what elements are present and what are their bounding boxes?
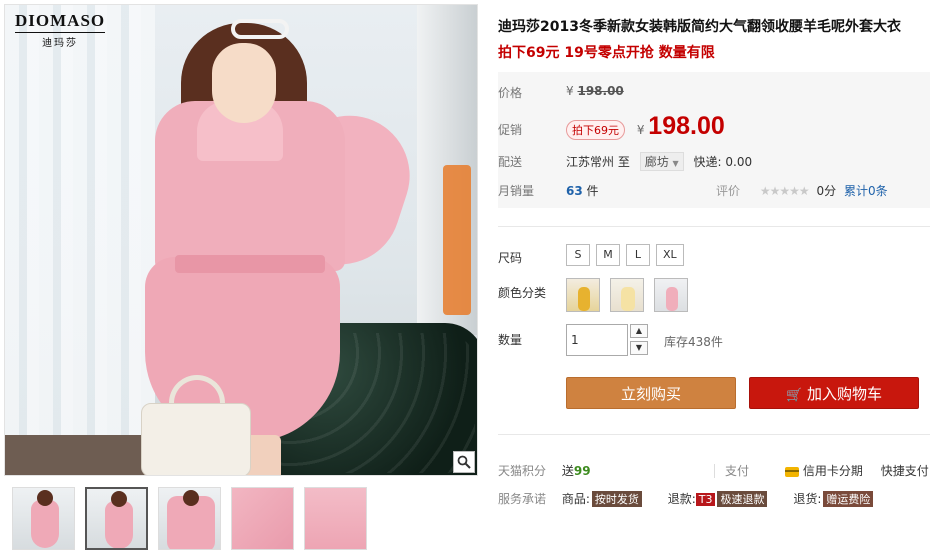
shipping-info: 江苏常州 至 廊坊 ▼ 快递: 0.00 <box>566 152 752 171</box>
brand-name: DIOMASO <box>15 11 106 30</box>
buy-now-label: 立刻购买 <box>620 385 681 403</box>
review-total-link[interactable]: 累计0条 <box>844 184 888 198</box>
thumbnail-3[interactable] <box>158 487 221 550</box>
rating-stars-icon: ★★★★★ <box>759 184 810 198</box>
original-price: ¥ 198.00 <box>566 84 624 98</box>
promo-tag: 拍下69元 <box>566 120 625 140</box>
refund-tag[interactable]: 极速退款 <box>717 491 768 507</box>
service-row: 服务承诺 商品: 按时发货 退款: T3 极速退款 退货: 赠运费险 <box>498 490 874 507</box>
service-label: 服务承诺 <box>498 492 547 506</box>
brand-subname: 迪玛莎 <box>15 32 106 49</box>
sales-unit: 件 <box>586 184 599 198</box>
promo-price: 拍下69元 ¥ 198.00 <box>566 112 725 141</box>
product-title: 迪玛莎2013冬季新款女装韩版简约大气翻领收腰羊毛呢外套大衣 <box>498 19 901 35</box>
points-row: 天猫积分 送99 <box>498 462 591 479</box>
goods-tag[interactable]: 按时发货 <box>591 491 642 507</box>
shipping-label: 配送 <box>498 155 523 169</box>
original-price-label: 价格 <box>498 86 523 100</box>
points-value: 99 <box>573 464 591 478</box>
points-prefix: 送 <box>561 464 574 478</box>
stock-info: 库存438件 <box>664 335 723 349</box>
background-curtain <box>5 5 155 475</box>
quantity-decrease-button[interactable]: ▼ <box>630 341 648 355</box>
product-info-panel: 迪玛莎2013冬季新款女装韩版简约大气翻领收腰羊毛呢外套大衣 拍下69元 19号… <box>498 0 930 557</box>
promo-price-value: 198.00 <box>648 112 725 140</box>
thumbnail-head <box>111 491 127 507</box>
review-total-count: 0条 <box>867 184 888 198</box>
quantity-increase-button[interactable]: ▲ <box>630 324 648 338</box>
thumbnail-strip <box>12 487 367 550</box>
sales-count: 63 <box>566 184 583 198</box>
payment-row: 支付 信用卡分期 快捷支付 <box>714 462 929 479</box>
thumbnail-4[interactable] <box>231 487 294 550</box>
sunglasses <box>231 19 289 39</box>
thumbnail-head <box>183 490 199 506</box>
brand-logo: DIOMASO 迪玛莎 <box>15 11 106 49</box>
add-to-cart-button[interactable]: 🛒 加入购物车 <box>749 377 919 409</box>
points-label: 天猫积分 <box>498 464 547 478</box>
express-fee: 快递: 0.00 <box>693 155 753 169</box>
promo-price-label: 促销 <box>498 123 523 137</box>
magnifier-icon <box>457 455 471 469</box>
model-face <box>212 43 276 123</box>
destination-value: 廊坊 <box>644 155 669 169</box>
background-object <box>443 165 471 315</box>
buy-now-button[interactable]: 立刻购买 <box>566 377 736 409</box>
shipping-from: 江苏常州 <box>566 155 615 169</box>
refund-badge: T3 <box>695 493 716 506</box>
quantity-label: 数量 <box>498 333 523 347</box>
divider <box>498 434 930 435</box>
shipping-to-word: 至 <box>617 155 630 169</box>
price-box: 价格 ¥ 198.00 促销 拍下69元 ¥ 198.00 配送 江苏常州 至 … <box>498 72 930 208</box>
express-pay: 快捷支付 <box>880 464 929 478</box>
color-options <box>566 278 698 315</box>
rating-label: 评价 <box>716 184 741 198</box>
thumbnail-figure <box>305 488 366 549</box>
thumbnail-figure <box>232 488 293 549</box>
original-price-value: 198.00 <box>577 84 624 98</box>
color-option-1[interactable] <box>566 278 600 312</box>
size-option-s[interactable]: S <box>566 244 590 266</box>
thumbnail-figure <box>31 500 59 548</box>
color-option-2[interactable] <box>610 278 644 312</box>
rating-score: 0分 <box>816 184 837 198</box>
credit-installment[interactable]: 信用卡分期 <box>784 464 863 478</box>
monthly-sales: 63 件 <box>566 182 599 199</box>
chevron-down-icon: ▼ <box>672 159 679 168</box>
handbag <box>141 403 251 475</box>
destination-select[interactable]: 廊坊 ▼ <box>639 152 684 171</box>
color-option-3[interactable] <box>654 278 688 312</box>
size-option-l[interactable]: L <box>626 244 650 266</box>
thumbnail-figure <box>105 501 133 548</box>
size-label: 尺码 <box>498 251 523 265</box>
main-product-image[interactable]: DIOMASO 迪玛莎 <box>4 4 478 476</box>
color-label: 颜色分类 <box>498 286 547 300</box>
credit-installment-label: 信用卡分期 <box>802 464 863 478</box>
thumbnail-2[interactable] <box>85 487 148 550</box>
review-total-prefix: 累计 <box>843 184 868 198</box>
cart-icon: 🛒 <box>786 388 803 403</box>
size-option-xl[interactable]: XL <box>656 244 684 266</box>
refund-label: 退款: <box>667 492 696 506</box>
zoom-button[interactable] <box>453 451 475 473</box>
divider <box>498 226 930 227</box>
thumbnail-5[interactable] <box>304 487 367 550</box>
currency-symbol: ¥ <box>636 123 645 137</box>
coat-belt <box>175 255 325 273</box>
size-option-m[interactable]: M <box>596 244 620 266</box>
sales-label: 月销量 <box>498 184 535 198</box>
promo-line: 拍下69元 19号零点开抢 数量有限 <box>498 45 715 61</box>
thumbnail-head <box>37 490 53 506</box>
thumbnail-1[interactable] <box>12 487 75 550</box>
size-options: S M L XL <box>566 244 690 266</box>
quantity-input[interactable] <box>566 324 628 356</box>
payment-label: 支付 <box>714 464 750 478</box>
goods-label: 商品: <box>561 492 590 506</box>
return-tag[interactable]: 赠运费险 <box>823 491 874 507</box>
add-to-cart-label: 加入购物车 <box>806 385 882 403</box>
return-label: 退货: <box>793 492 822 506</box>
credit-card-icon <box>784 466 799 477</box>
rating-info: 评价 ★★★★★ 0分 累计0条 <box>716 182 888 199</box>
currency-symbol: ¥ <box>566 84 574 98</box>
